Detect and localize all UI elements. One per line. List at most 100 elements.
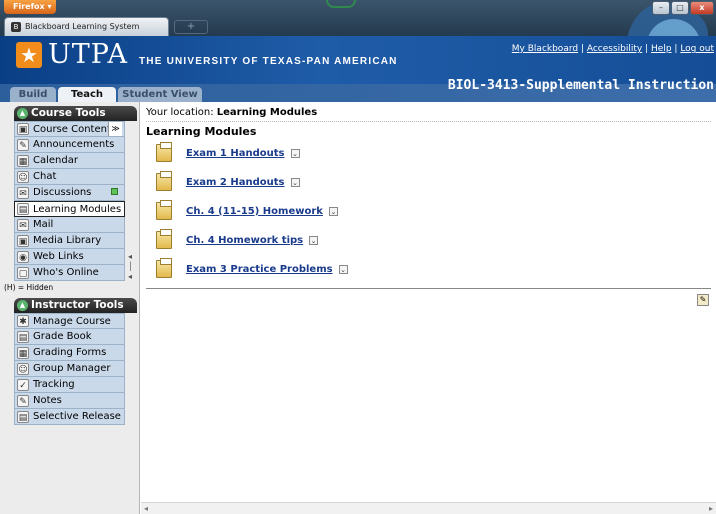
list-item: Exam 2 Handouts ⌄ [156, 171, 300, 193]
sidebar-item-group-manager[interactable]: ☺ Group Manager [14, 361, 125, 377]
browser-chrome: Firefox ▾ – □ x B Blackboard Learning Sy… [0, 0, 716, 64]
edit-properties-icon[interactable]: ✎ [697, 294, 709, 306]
action-menu-icon[interactable]: ⌄ [290, 177, 300, 187]
utpa-logo-text[interactable]: UTPA [48, 39, 128, 70]
page-title: Learning Modules [146, 125, 257, 138]
sidebar-item-label: Course Content [33, 123, 111, 135]
expand-icon[interactable]: ≫ [108, 122, 122, 136]
action-menu-icon[interactable]: ⌄ [338, 264, 348, 274]
sidebar-collapse-handle[interactable]: ◂ │ ◂ [128, 252, 136, 282]
instructor-tools-heading[interactable]: ▲ Instructor Tools [14, 298, 137, 313]
sidebar-item-who-s-online[interactable]: ▢ Who's Online [14, 265, 125, 281]
notes-icon: ✎ [17, 394, 29, 407]
sidebar-item-label: Selective Release [33, 411, 121, 422]
manage-course-icon: ✱ [17, 315, 29, 327]
tab-build[interactable]: Build [10, 87, 56, 102]
grading-forms-icon: ▦ [17, 346, 29, 359]
collapse-icon[interactable]: ▲ [17, 300, 28, 311]
utpa-star-logo-icon: ★ [16, 42, 42, 68]
sidebar-item-chat[interactable]: ☺ Chat [14, 169, 125, 185]
list-item: Exam 1 Handouts ⌄ [156, 142, 300, 164]
tab-teach[interactable]: Teach [58, 87, 116, 102]
learning-module-icon[interactable] [156, 258, 172, 278]
action-menu-icon[interactable]: ⌄ [328, 206, 338, 216]
location-prefix: Your location: [146, 107, 214, 118]
whos-online-icon: ▢ [17, 266, 29, 279]
sidebar-item-label: Tracking [33, 379, 75, 390]
header-links: My Blackboard | Accessibility | Help | L… [512, 44, 714, 54]
learning-module-icon[interactable] [156, 200, 172, 220]
blackboard-favicon-icon: B [11, 22, 21, 32]
sidebar-item-discussions[interactable]: ✉ Discussions [14, 185, 125, 201]
firefox-menu-label: Firefox [13, 2, 45, 11]
horizontal-scrollbar[interactable]: ◂ ▸ [141, 502, 716, 514]
browser-tab-active[interactable]: B Blackboard Learning System [4, 17, 169, 36]
hidden-legend: (H) = Hidden [4, 283, 54, 292]
course-tools-heading[interactable]: ▲ Course Tools [14, 106, 137, 121]
sidebar-item-selective-release[interactable]: ▤ Selective Release [14, 409, 125, 425]
list-item: Ch. 4 (11-15) Homework ⌄ [156, 200, 338, 222]
window-controls: – □ x [652, 1, 714, 15]
instructor-tools-list: ✱ Manage Course ▤ Grade Book ▦ Grading Forms ☺… [14, 313, 125, 425]
module-link[interactable]: Exam 2 Handouts [186, 177, 285, 188]
module-link[interactable]: Exam 3 Practice Problems [186, 264, 333, 275]
instructor-tools-label: Instructor Tools [31, 299, 124, 311]
grade-book-icon: ▤ [17, 330, 29, 343]
announcements-icon: ✎ [17, 138, 29, 151]
sidebar-item-web-links[interactable]: ◉ Web Links [14, 249, 125, 265]
sidebar-item-label: Web Links [33, 251, 84, 262]
course-title: BIOL-3413-Supplemental Instruction [447, 78, 714, 93]
scroll-right-icon[interactable]: ▸ [709, 503, 713, 514]
sidebar-item-media-library[interactable]: ▣ Media Library [14, 233, 125, 249]
decorative-seal-outline [326, 0, 356, 8]
accessibility-link[interactable]: Accessibility [587, 44, 642, 54]
sidebar-item-grading-forms[interactable]: ▦ Grading Forms [14, 345, 125, 361]
tab-student-view[interactable]: Student View [118, 87, 202, 102]
learning-module-icon[interactable] [156, 171, 172, 191]
module-link[interactable]: Ch. 4 Homework tips [186, 235, 303, 246]
log-out-link[interactable]: Log out [680, 44, 714, 54]
scroll-left-icon[interactable]: ◂ [144, 503, 148, 514]
sidebar-item-label: Grade Book [33, 331, 92, 342]
close-window-button[interactable]: x [690, 1, 714, 15]
learning-module-icon[interactable] [156, 229, 172, 249]
action-menu-icon[interactable]: ⌄ [309, 235, 319, 245]
sidebar-item-label: Notes [33, 395, 62, 406]
new-tab-button[interactable]: + [174, 20, 208, 34]
sidebar-item-label: Discussions [33, 187, 92, 198]
action-menu-icon[interactable]: ⌄ [290, 148, 300, 158]
firefox-menu-button[interactable]: Firefox ▾ [4, 0, 56, 14]
sidebar-item-tracking[interactable]: ✓ Tracking [14, 377, 125, 393]
module-link[interactable]: Exam 1 Handouts [186, 148, 285, 159]
sidebar-item-label: Chat [33, 171, 57, 182]
sidebar-item-announcements[interactable]: ✎ Announcements [14, 137, 125, 153]
link-separator: | [671, 44, 681, 54]
sidebar-item-notes[interactable]: ✎ Notes [14, 393, 125, 409]
web-links-icon: ◉ [17, 250, 29, 263]
help-link[interactable]: Help [651, 44, 672, 54]
selective-release-icon: ▤ [17, 410, 29, 423]
learning-module-icon[interactable] [156, 142, 172, 162]
collapse-icon[interactable]: ▲ [17, 108, 28, 119]
module-link[interactable]: Ch. 4 (11-15) Homework [186, 206, 323, 217]
site-banner: ★ UTPA THE UNIVERSITY OF TEXAS-PAN AMERI… [0, 36, 716, 84]
sidebar-item-label: Learning Modules [33, 203, 122, 215]
university-name: THE UNIVERSITY OF TEXAS-PAN AMERICAN [139, 56, 398, 67]
sidebar-item-manage-course[interactable]: ✱ Manage Course [14, 313, 125, 329]
my-blackboard-link[interactable]: My Blackboard [512, 44, 578, 54]
discussions-icon: ✉ [17, 186, 29, 199]
sidebar-item-mail[interactable]: ✉ Mail [14, 217, 125, 233]
sidebar-item-course-content[interactable]: ▣ Course Content ≫ [14, 121, 125, 137]
course-tools-label: Course Tools [31, 107, 106, 119]
link-separator: | [578, 44, 587, 54]
sidebar-item-grade-book[interactable]: ▤ Grade Book [14, 329, 125, 345]
chat-icon: ☺ [17, 170, 29, 183]
sidebar-item-label: Manage Course [33, 315, 111, 327]
list-item: Exam 3 Practice Problems ⌄ [156, 258, 348, 280]
minimize-button[interactable]: – [652, 1, 670, 15]
sidebar-item-learning-modules[interactable]: ▤ Learning Modules [14, 201, 125, 217]
sidebar-item-label: Announcements [33, 139, 115, 150]
maximize-button[interactable]: □ [671, 1, 689, 15]
course-content-icon: ▣ [17, 123, 29, 135]
sidebar-item-calendar[interactable]: ▦ Calendar [14, 153, 125, 169]
